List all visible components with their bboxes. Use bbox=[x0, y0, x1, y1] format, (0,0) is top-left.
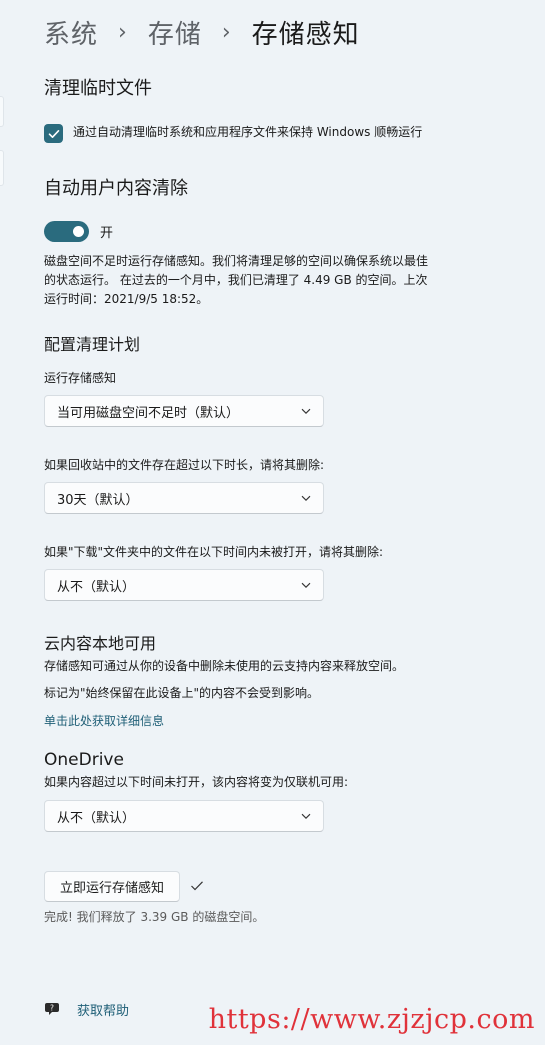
chevron-down-icon bbox=[301, 408, 311, 414]
left-panel-edge bbox=[0, 150, 4, 186]
svg-text:?: ? bbox=[50, 1004, 54, 1013]
toggle-state-label: 开 bbox=[100, 226, 114, 241]
onedrive-label: 如果内容超过以下时间未打开，该内容将变为仅联机可用: bbox=[44, 775, 349, 789]
temp-files-checkbox-label[interactable]: 通过自动清理临时系统和应用程序文件来保持 Windows 顺畅运行 bbox=[73, 123, 422, 142]
temp-files-checkbox[interactable] bbox=[44, 124, 63, 143]
downloads-label: 如果"下载"文件夹中的文件在以下时间内未被打开，请将其删除: bbox=[44, 545, 384, 559]
chevron-down-icon bbox=[301, 495, 311, 501]
run-now-button[interactable]: 立即运行存储感知 bbox=[44, 871, 180, 902]
downloads-value: 从不（默认） bbox=[57, 579, 136, 595]
breadcrumb-separator-icon: › bbox=[221, 19, 232, 45]
get-help-link[interactable]: 获取帮助 bbox=[77, 1000, 129, 1019]
toggle-knob bbox=[73, 226, 84, 237]
description-line: 运行时间：2021/9/5 18:52。 bbox=[44, 292, 209, 306]
recycle-bin-label: 如果回收站中的文件存在超过以下时长，请将其删除: bbox=[44, 458, 325, 472]
recycle-bin-dropdown[interactable]: 30天（默认） bbox=[44, 482, 324, 514]
run-storage-sense-value: 当可用磁盘空间不足时（默认） bbox=[57, 405, 240, 421]
checkmark-icon bbox=[48, 129, 59, 138]
downloads-dropdown[interactable]: 从不（默认） bbox=[44, 569, 324, 601]
description-line: 磁盘空间不足时运行存储感知。我们将清理足够的空间以确保系统以最佳 bbox=[44, 254, 429, 268]
cloud-description-line: 标记为"始终保留在此设备上"的内容不会受到影响。 bbox=[44, 686, 320, 700]
auto-cleanup-toggle[interactable] bbox=[44, 221, 89, 242]
chevron-down-icon bbox=[301, 813, 311, 819]
auto-cleanup-heading: 自动用户内容清除 bbox=[44, 178, 188, 199]
page-title: 存储感知 bbox=[251, 19, 360, 50]
recycle-bin-value: 30天（默认） bbox=[57, 492, 139, 508]
breadcrumb-item-system[interactable]: 系统 bbox=[44, 14, 98, 51]
run-storage-sense-dropdown[interactable]: 当可用磁盘空间不足时（默认） bbox=[44, 395, 324, 427]
onedrive-value: 从不（默认） bbox=[57, 810, 136, 826]
cloud-content-heading: 云内容本地可用 bbox=[44, 634, 157, 653]
temp-files-heading: 清理临时文件 bbox=[44, 78, 152, 99]
breadcrumb-item-storage[interactable]: 存储 bbox=[148, 14, 202, 51]
breadcrumb: 系统 › 存储 › 存储感知 bbox=[44, 12, 360, 52]
left-panel-edge bbox=[0, 96, 4, 127]
cloud-description-line: 存储感知可通过从你的设备中删除未使用的云支持内容来释放空间。 bbox=[44, 659, 405, 673]
schedule-heading: 配置清理计划 bbox=[44, 335, 141, 354]
help-chat-icon[interactable]: ? bbox=[44, 1000, 62, 1018]
breadcrumb-separator-icon: › bbox=[118, 19, 128, 45]
onedrive-heading: OneDrive bbox=[44, 750, 124, 770]
run-storage-sense-label: 运行存储感知 bbox=[44, 371, 117, 385]
auto-cleanup-description: 磁盘空间不足时运行存储感知。我们将清理足够的空间以确保系统以最佳 的状态运行。 … bbox=[44, 252, 428, 309]
onedrive-dropdown[interactable]: 从不（默认） bbox=[44, 800, 324, 832]
watermark-text: https://www.zjzjcp.com bbox=[208, 1004, 535, 1035]
description-line: 的状态运行。 在过去的一个月中，我们已清理了 4.49 GB 的空间。上次 bbox=[44, 273, 428, 287]
chevron-down-icon bbox=[301, 582, 311, 588]
learn-more-link[interactable]: 单击此处获取详细信息 bbox=[44, 712, 164, 729]
checkmark-icon bbox=[191, 881, 203, 891]
run-status-text: 完成! 我们释放了 3.39 GB 的磁盘空间。 bbox=[44, 910, 265, 924]
